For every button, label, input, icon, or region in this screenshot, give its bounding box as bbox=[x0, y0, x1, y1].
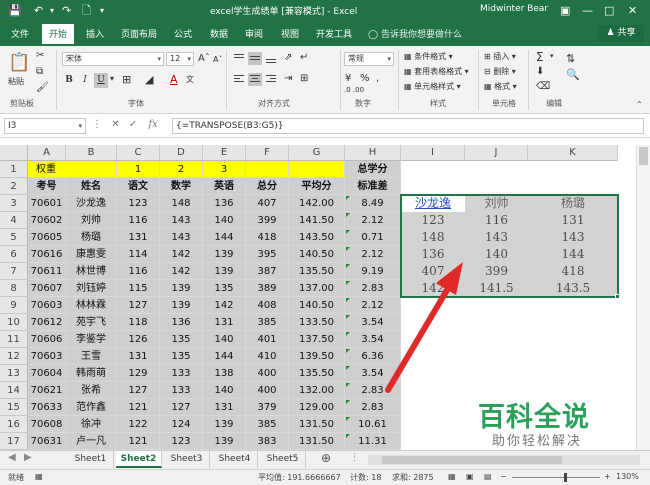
watermark-title: 百科全说 bbox=[478, 402, 590, 433]
watermark-subtitle: 助你轻松解决 bbox=[492, 434, 583, 449]
arrow-shaft bbox=[385, 282, 453, 393]
arrow-head bbox=[436, 262, 463, 295]
